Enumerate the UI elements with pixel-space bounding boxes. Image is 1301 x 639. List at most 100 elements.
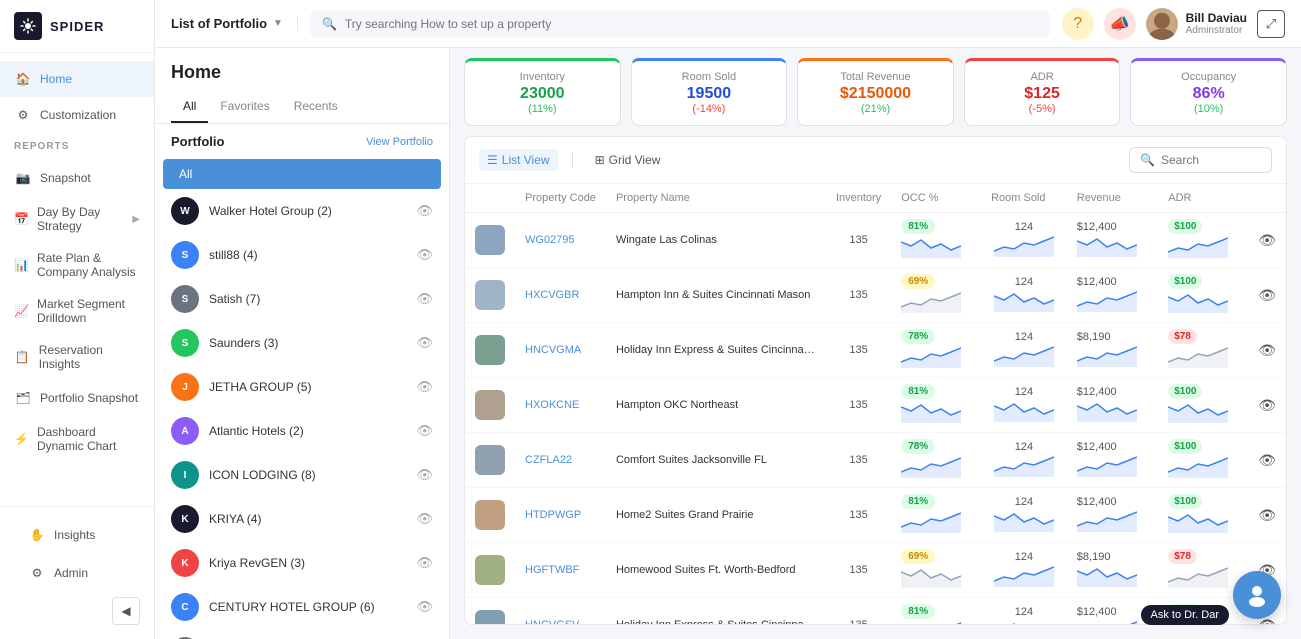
prop-code-cell[interactable]: HNCVGMA	[515, 323, 606, 378]
prop-img-cell	[465, 598, 515, 625]
sidebar-collapse-button[interactable]: ◀	[112, 597, 140, 625]
tab-recents[interactable]: Recents	[282, 91, 350, 123]
table-area: ☰ List View ⊞ Grid View 🔍	[464, 136, 1287, 625]
row-eye-icon[interactable]: 👁	[1258, 507, 1276, 523]
table-search-input[interactable]	[1161, 153, 1261, 167]
portfolio-item-ora[interactable]: O Ora Management (3) 👁	[155, 629, 449, 639]
help-button[interactable]: ?	[1062, 8, 1094, 40]
grid-view-button[interactable]: ⊞ Grid View	[587, 149, 669, 171]
table-search-bar[interactable]: 🔍	[1129, 147, 1272, 173]
prop-code-cell[interactable]: HXCVGBR	[515, 268, 606, 323]
fullscreen-button[interactable]: ⤢	[1257, 10, 1285, 38]
inventory-cell: 135	[826, 268, 891, 323]
portfolio-list: All W Walker Hotel Group (2) 👁 S still88…	[155, 159, 449, 639]
stat-card-room-sold: Room Sold 19500 (-14%)	[631, 58, 788, 126]
prop-code-cell[interactable]: HNCVGSV	[515, 598, 606, 625]
row-eye-icon[interactable]: 👁	[1258, 287, 1276, 303]
portfolio-selector[interactable]: List of Portfolio ▼	[171, 16, 298, 31]
list-view-button[interactable]: ☰ List View	[479, 149, 558, 171]
stat-room-sold-value: 19500	[646, 85, 773, 103]
sidebar-item-dashboard-dynamic[interactable]: ⚡ Dashboard Dynamic Chart	[0, 416, 154, 462]
revenue-cell: $12,400	[1067, 213, 1158, 268]
portfolio-item-all[interactable]: All	[163, 159, 441, 189]
chatbot-button[interactable]	[1233, 571, 1281, 619]
sidebar-item-portfolio-snapshot[interactable]: 🗂 Portfolio Snapshot	[0, 380, 154, 416]
portfolio-item-still88[interactable]: S still88 (4) 👁	[155, 233, 449, 277]
sidebar-item-market-segment[interactable]: 📈 Market Segment Drilldown	[0, 288, 154, 334]
global-search-input[interactable]	[345, 17, 1038, 31]
eye-icon-atlantic[interactable]: 👁	[416, 423, 433, 439]
sidebar-footer: ✋ Insights ⚙ Admin ◀	[0, 506, 154, 639]
prop-code-cell[interactable]: WG02795	[515, 213, 606, 268]
portfolio-item-atlantic[interactable]: A Atlantic Hotels (2) 👁	[155, 409, 449, 453]
portfolio-item-icon[interactable]: I ICON LODGING (8) 👁	[155, 453, 449, 497]
main-content: List of Portfolio ▼ 🔍 ? 📣 Bill Daviau Ad…	[155, 0, 1301, 639]
eye-icon-jetha[interactable]: 👁	[416, 379, 433, 395]
prop-code-cell[interactable]: HXOKCNE	[515, 378, 606, 433]
chevron-down-icon: ▼	[273, 18, 283, 29]
prop-code-cell[interactable]: CZFLA22	[515, 433, 606, 488]
eye-icon-century[interactable]: 👁	[416, 599, 433, 615]
eye-cell[interactable]: 👁	[1248, 378, 1286, 433]
eye-icon-kriya[interactable]: 👁	[416, 511, 433, 527]
sidebar-item-admin[interactable]: ⚙ Admin	[14, 555, 140, 591]
col-header-room-sold: Room Sold	[981, 184, 1067, 213]
stat-room-sold-sub: (-14%)	[646, 103, 773, 115]
stat-inventory-label: Inventory	[479, 71, 606, 83]
portfolio-item-century[interactable]: C CENTURY HOTEL GROUP (6) 👁	[155, 585, 449, 629]
eye-cell[interactable]: 👁	[1248, 433, 1286, 488]
prop-code-cell[interactable]: HTDPWGP	[515, 488, 606, 543]
portfolio-item-kriya-revgen[interactable]: K Kriya RevGEN (3) 👁	[155, 541, 449, 585]
tab-favorites[interactable]: Favorites	[208, 91, 281, 123]
prop-img-cell	[465, 488, 515, 543]
tabs-row: All Favorites Recents	[155, 91, 449, 124]
sidebar-item-reservation[interactable]: 📋 Reservation Insights	[0, 334, 154, 380]
view-portfolio-link[interactable]: View Portfolio	[366, 136, 433, 148]
portfolio-item-satish[interactable]: S Satish (7) 👁	[155, 277, 449, 321]
eye-cell[interactable]: 👁	[1248, 213, 1286, 268]
row-eye-icon[interactable]: 👁	[1258, 397, 1276, 413]
eye-cell[interactable]: 👁	[1248, 323, 1286, 378]
sidebar-item-rate-plan-label: Rate Plan & Company Analysis	[37, 251, 140, 279]
sidebar-item-rate-plan[interactable]: 📊 Rate Plan & Company Analysis	[0, 242, 154, 288]
row-eye-icon[interactable]: 👁	[1258, 342, 1276, 358]
col-header-revenue: Revenue	[1067, 184, 1158, 213]
prop-name-cell: Holiday Inn Express & Suites Cincinnati …	[606, 323, 826, 378]
sidebar-item-home[interactable]: 🏠 Home	[0, 61, 154, 97]
prop-code-cell[interactable]: HGFTWBF	[515, 543, 606, 598]
eye-icon-walker[interactable]: 👁	[416, 203, 433, 219]
global-search-bar[interactable]: 🔍	[310, 11, 1050, 37]
eye-icon-still88[interactable]: 👁	[416, 247, 433, 263]
sidebar-item-insights[interactable]: ✋ Insights	[14, 517, 140, 553]
prop-img-cell	[465, 378, 515, 433]
eye-icon-icon[interactable]: 👁	[416, 467, 433, 483]
sidebar-item-customization[interactable]: ⚙ Customization	[0, 97, 154, 133]
prop-name-cell: Home2 Suites Grand Prairie	[606, 488, 826, 543]
stat-occupancy-value: 86%	[1145, 85, 1272, 103]
occ-cell: 78%	[891, 433, 981, 488]
prop-name-cell: Homewood Suites Ft. Worth-Bedford	[606, 543, 826, 598]
portfolio-item-kriya[interactable]: K KRIYA (4) 👁	[155, 497, 449, 541]
portfolio-item-walker[interactable]: W Walker Hotel Group (2) 👁	[155, 189, 449, 233]
sidebar-item-snapshot[interactable]: 📷 Snapshot	[0, 160, 154, 196]
eye-icon-saunders[interactable]: 👁	[416, 335, 433, 351]
eye-cell[interactable]: 👁	[1248, 488, 1286, 543]
portfolio-item-saunders[interactable]: S Saunders (3) 👁	[155, 321, 449, 365]
eye-cell[interactable]: 👁	[1248, 268, 1286, 323]
row-eye-icon[interactable]: 👁	[1258, 232, 1276, 248]
room-sold-cell: 124	[981, 213, 1067, 268]
eye-icon-satish[interactable]: 👁	[416, 291, 433, 307]
inventory-cell: 135	[826, 598, 891, 625]
user-profile[interactable]: Bill Daviau Adminstrator	[1146, 8, 1247, 40]
table-header-row: Property Code Property Name Inventory OC…	[465, 184, 1286, 213]
notification-button[interactable]: 📣	[1104, 8, 1136, 40]
user-role: Adminstrator	[1186, 25, 1247, 36]
row-eye-icon[interactable]: 👁	[1258, 452, 1276, 468]
stat-occupancy-label: Occupancy	[1145, 71, 1272, 83]
portfolio-item-jetha[interactable]: J JETHA GROUP (5) 👁	[155, 365, 449, 409]
eye-icon-kriya-revgen[interactable]: 👁	[416, 555, 433, 571]
list-view-label: List View	[502, 153, 550, 167]
tab-all[interactable]: All	[171, 91, 208, 123]
stat-card-adr: ADR $125 (-5%)	[964, 58, 1121, 126]
sidebar-item-day-by-day[interactable]: 📅 Day By Day Strategy ▶	[0, 196, 154, 242]
